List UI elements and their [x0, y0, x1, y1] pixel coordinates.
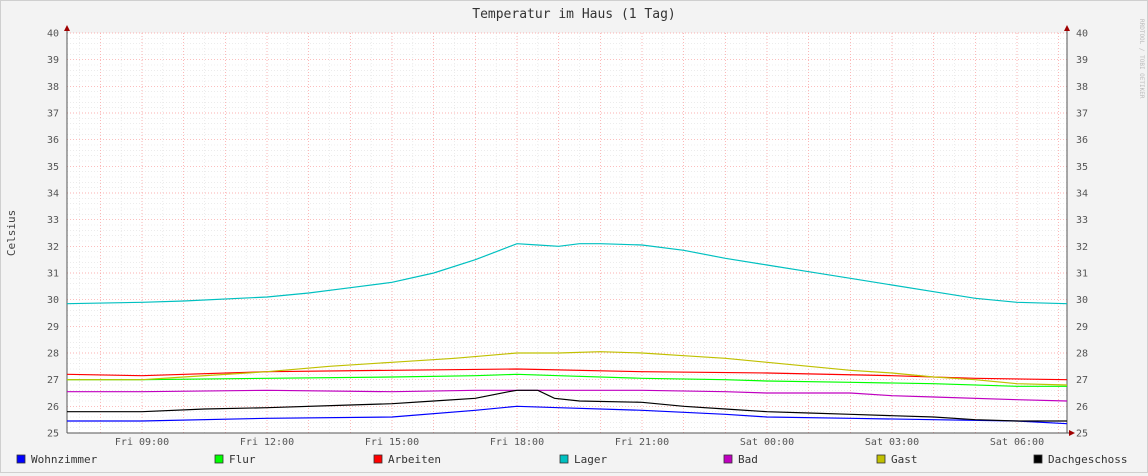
y-axis-arrow-right — [1064, 25, 1070, 31]
x-tick-label: Fri 09:00 — [115, 437, 169, 448]
legend-label-arbeiten: Arbeiten — [388, 453, 441, 466]
chart-frame: 25 25 26 26 27 27 28 28 29 29 30 30 31 31 32 32 33 33 34 34… — [0, 0, 1148, 473]
temperature-chart: 25 25 26 26 27 27 28 28 29 29 30 30 31 31 32 32 33 33 34 34… — [5, 7, 1145, 466]
x-tick-label: Fri 15:00 — [365, 437, 419, 448]
y-tick-label-left: 38 — [47, 82, 59, 93]
y-axis-arrow-left — [64, 25, 70, 31]
y-tick-label-right: 40 — [1076, 29, 1088, 40]
y-tick-label-left: 25 — [47, 429, 59, 440]
y-tick-label-right: 26 — [1076, 402, 1088, 413]
y-tick-label-left: 33 — [47, 215, 59, 226]
y-tick-label-left: 37 — [47, 109, 59, 120]
legend-swatch-gast — [876, 454, 886, 464]
x-axis-arrow — [1069, 430, 1075, 436]
y-tick-label-right: 35 — [1076, 162, 1088, 173]
y-tick-label-right: 36 — [1076, 135, 1088, 146]
y-tick-label-right: 38 — [1076, 82, 1088, 93]
y-tick-label-left: 34 — [47, 189, 59, 200]
x-tick-label: Fri 21:00 — [615, 437, 669, 448]
legend-label-gast: Gast — [891, 453, 918, 466]
y-tick-label-right: 31 — [1076, 269, 1088, 280]
y-tick-label-left: 27 — [47, 375, 59, 386]
x-tick-label: Fri 12:00 — [240, 437, 294, 448]
x-tick-label: Sat 06:00 — [990, 437, 1044, 448]
y-tick-label-left: 39 — [47, 55, 59, 66]
y-axis-label: Celsius — [5, 210, 18, 256]
y-tick-label-left: 30 — [47, 295, 59, 306]
x-tick-label: Fri 18:00 — [490, 437, 544, 448]
legend-swatch-bad — [723, 454, 733, 464]
y-tick-label-right: 30 — [1076, 295, 1088, 306]
y-tick-label-right: 34 — [1076, 189, 1088, 200]
y-tick-label-right: 39 — [1076, 55, 1088, 66]
watermark: RRDTOOL / TOBI OETIKER — [1138, 19, 1145, 99]
y-tick-label-right: 29 — [1076, 322, 1088, 333]
legend-label-dachgeschoss: Dachgeschoss — [1048, 453, 1127, 466]
y-tick-label-right: 37 — [1076, 109, 1088, 120]
y-tick-label-left: 40 — [47, 29, 59, 40]
legend-swatch-dachgeschoss — [1033, 454, 1043, 464]
y-tick-label-right: 32 — [1076, 242, 1088, 253]
y-tick-label-right: 27 — [1076, 375, 1088, 386]
legend: Wohnzimmer Flur Arbeiten Lager Bad Gast Dachge… — [16, 453, 1127, 466]
y-tick-label-left: 32 — [47, 242, 59, 253]
y-tick-label-right: 28 — [1076, 349, 1088, 360]
y-tick-label-left: 31 — [47, 269, 59, 280]
y-tick-label-left: 26 — [47, 402, 59, 413]
x-tick-label: Sat 03:00 — [865, 437, 919, 448]
y-tick-label-left: 29 — [47, 322, 59, 333]
legend-label-lager: Lager — [574, 453, 607, 466]
y-tick-label-right: 33 — [1076, 215, 1088, 226]
y-tick-label-right: 25 — [1076, 429, 1088, 440]
legend-swatch-arbeiten — [373, 454, 383, 464]
y-tick-label-left: 35 — [47, 162, 59, 173]
y-tick-label-left: 36 — [47, 135, 59, 146]
legend-swatch-wohnzimmer — [16, 454, 26, 464]
legend-swatch-flur — [214, 454, 224, 464]
legend-label-bad: Bad — [738, 453, 758, 466]
chart-title: Temperatur im Haus (1 Tag) — [472, 7, 676, 22]
legend-label-flur: Flur — [229, 453, 256, 466]
y-tick-label-left: 28 — [47, 349, 59, 360]
legend-label-wohnzimmer: Wohnzimmer — [31, 453, 98, 466]
legend-swatch-lager — [559, 454, 569, 464]
x-tick-label: Sat 00:00 — [740, 437, 794, 448]
